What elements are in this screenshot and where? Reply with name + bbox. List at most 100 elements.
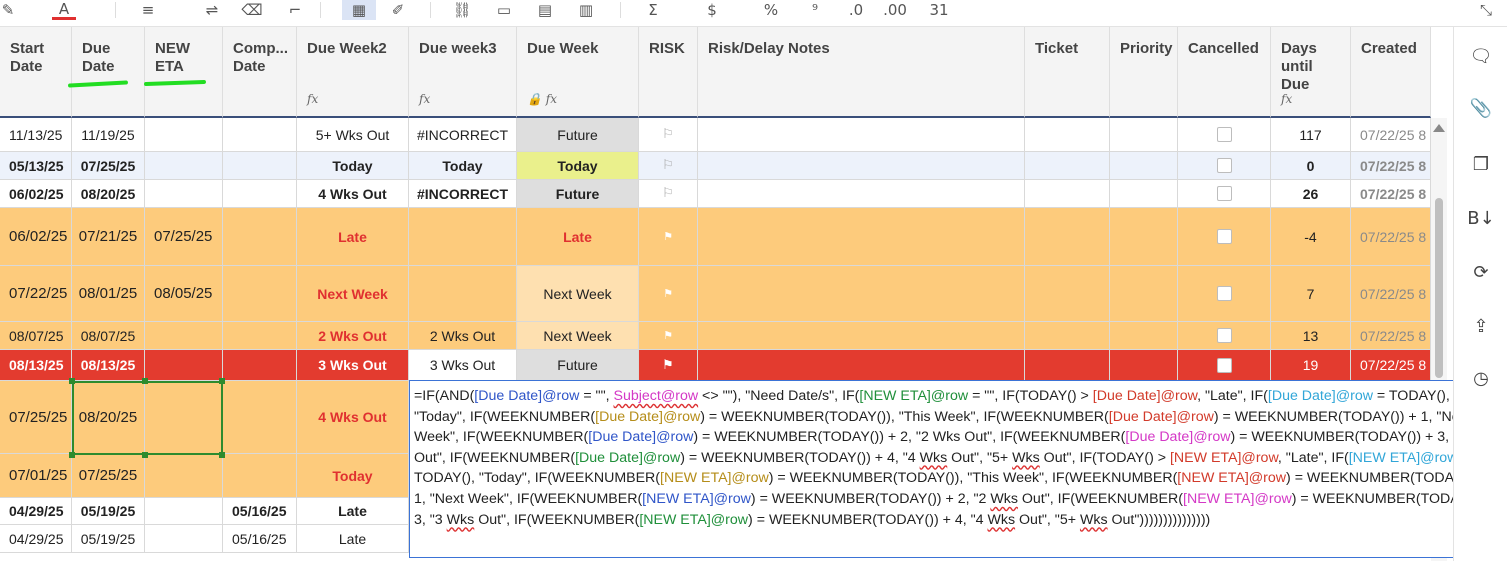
cell-comp[interactable] <box>223 454 297 498</box>
cell-pri[interactable] <box>1110 118 1178 152</box>
selection-handle[interactable] <box>219 452 225 458</box>
format-painter-icon[interactable]: ⌐ <box>283 0 307 20</box>
column-header-w3[interactable]: Due week3 fx <box>409 27 517 118</box>
grid-view-icon[interactable]: ▦ <box>342 0 376 20</box>
selection-handle[interactable] <box>142 378 148 384</box>
cell-notes[interactable] <box>698 118 1025 152</box>
cell-pri[interactable] <box>1110 180 1178 208</box>
cell-pri[interactable] <box>1110 152 1178 180</box>
text-color-icon[interactable]: A <box>52 0 76 20</box>
activity-icon[interactable]: ◷ <box>1468 365 1494 391</box>
cell-comp[interactable] <box>223 381 297 454</box>
selection-handle[interactable] <box>69 452 75 458</box>
cell-notes[interactable] <box>698 350 1025 381</box>
cell-eta[interactable] <box>145 180 223 208</box>
cell-start[interactable]: 06/02/25 <box>0 208 72 266</box>
cell-due[interactable]: 07/25/25 <box>72 454 145 498</box>
cell-comp[interactable] <box>223 322 297 350</box>
upload-icon[interactable]: ⇪ <box>1468 313 1494 339</box>
cell-w2[interactable]: 4 Wks Out <box>297 381 409 454</box>
selection-handle[interactable] <box>142 452 148 458</box>
cell-w3[interactable] <box>409 266 517 322</box>
cell-comp[interactable] <box>223 208 297 266</box>
cell-w2[interactable]: Next Week <box>297 266 409 322</box>
cell-canc[interactable] <box>1178 118 1271 152</box>
expand-icon[interactable]: ⤡ <box>1474 0 1498 20</box>
cell-due[interactable]: 11/19/25 <box>72 118 145 152</box>
cell-created[interactable]: 07/22/25 8 <box>1351 266 1431 322</box>
cell-due[interactable]: 05/19/25 <box>72 498 145 525</box>
cell-due[interactable]: 07/25/25 <box>72 152 145 180</box>
cell-notes[interactable] <box>698 180 1025 208</box>
risk-flag-icon[interactable]: ⚐ <box>662 186 674 201</box>
clear-format-icon[interactable]: ⌫ <box>240 0 264 20</box>
cell-pri[interactable] <box>1110 350 1178 381</box>
cell-canc[interactable] <box>1178 208 1271 266</box>
column-header-w2[interactable]: Due Week2 fx <box>297 27 409 118</box>
currency-icon[interactable]: $ <box>700 0 724 20</box>
column-header-pri[interactable]: Priority <box>1110 27 1178 118</box>
cell-canc[interactable] <box>1178 350 1271 381</box>
sum-icon[interactable]: Σ <box>641 0 665 20</box>
cell-start[interactable]: 07/22/25 <box>0 266 72 322</box>
column-header-created[interactable]: Created <box>1351 27 1431 118</box>
cell-eta[interactable] <box>145 525 223 553</box>
cell-comp[interactable]: 05/16/25 <box>223 525 297 553</box>
risk-flag-icon[interactable]: ⚑ <box>663 329 673 342</box>
cancelled-checkbox[interactable] <box>1216 357 1232 373</box>
selection-handle[interactable] <box>69 378 75 384</box>
cell-risk[interactable]: ⚑ <box>639 322 698 350</box>
cancelled-checkbox[interactable] <box>1216 127 1232 142</box>
cell-w2[interactable]: 4 Wks Out <box>297 180 409 208</box>
paint-format-icon[interactable]: ✎ <box>0 0 16 20</box>
cell-start[interactable]: 04/29/25 <box>0 525 72 553</box>
cell-created[interactable]: 07/22/25 8 <box>1351 350 1431 381</box>
cell-w2[interactable]: 5+ Wks Out <box>297 118 409 152</box>
cell-due[interactable]: 08/01/25 <box>72 266 145 322</box>
cell-due[interactable]: 08/20/25 <box>72 180 145 208</box>
card-view-icon[interactable]: ▤ <box>533 0 557 20</box>
cell-w3[interactable] <box>409 208 517 266</box>
column-icon[interactable]: ▥ <box>574 0 598 20</box>
selection-handle[interactable] <box>219 378 225 384</box>
cell-comp[interactable] <box>223 118 297 152</box>
cell-eta[interactable] <box>145 322 223 350</box>
cancelled-checkbox[interactable] <box>1216 158 1232 173</box>
column-header-eta[interactable]: NEW ETA <box>145 27 223 118</box>
cell-start[interactable]: 11/13/25 <box>0 118 72 152</box>
cell-risk[interactable]: ⚑ <box>639 350 698 381</box>
cell-canc[interactable] <box>1178 322 1271 350</box>
cell-eta[interactable]: 07/25/25 <box>145 208 223 266</box>
decimal-icon[interactable]: ⁹ <box>803 0 827 20</box>
cell-days[interactable]: 19 <box>1271 350 1351 381</box>
cell-notes[interactable] <box>698 152 1025 180</box>
column-header-days[interactable]: Days until Due fx <box>1271 27 1351 118</box>
cell-notes[interactable] <box>698 208 1025 266</box>
risk-flag-icon[interactable]: ⚐ <box>662 158 674 173</box>
cell-w3[interactable]: Today <box>409 152 517 180</box>
cell-canc[interactable] <box>1178 180 1271 208</box>
column-header-dw[interactable]: Due Week 🔒 fx <box>517 27 639 118</box>
cell-days[interactable]: -4 <box>1271 208 1351 266</box>
cell-due[interactable]: 05/19/25 <box>72 525 145 553</box>
publish-icon[interactable]: B↓ <box>1467 205 1494 231</box>
column-header-comp[interactable]: Comp... Date <box>223 27 297 118</box>
attachments-icon[interactable]: 📎 <box>1468 95 1494 121</box>
cancelled-checkbox[interactable] <box>1216 286 1232 301</box>
proofing-icon[interactable]: ❐ <box>1468 151 1494 177</box>
cell-notes[interactable] <box>698 266 1025 322</box>
cell-w3[interactable]: 3 Wks Out <box>409 350 517 381</box>
cell-notes[interactable] <box>698 322 1025 350</box>
cell-eta[interactable] <box>145 350 223 381</box>
risk-flag-icon[interactable]: ⚑ <box>662 358 674 373</box>
cell-ticket[interactable] <box>1025 208 1110 266</box>
cell-ticket[interactable] <box>1025 180 1110 208</box>
cell-w3[interactable]: #INCORRECT <box>409 118 517 152</box>
cell-w3[interactable]: 2 Wks Out <box>409 322 517 350</box>
scroll-thumb[interactable] <box>1435 198 1443 378</box>
cell-ticket[interactable] <box>1025 152 1110 180</box>
date-format-icon[interactable]: 31 <box>927 0 951 20</box>
cancelled-checkbox[interactable] <box>1216 229 1232 244</box>
cell-days[interactable]: 117 <box>1271 118 1351 152</box>
cell-due[interactable]: 07/21/25 <box>72 208 145 266</box>
